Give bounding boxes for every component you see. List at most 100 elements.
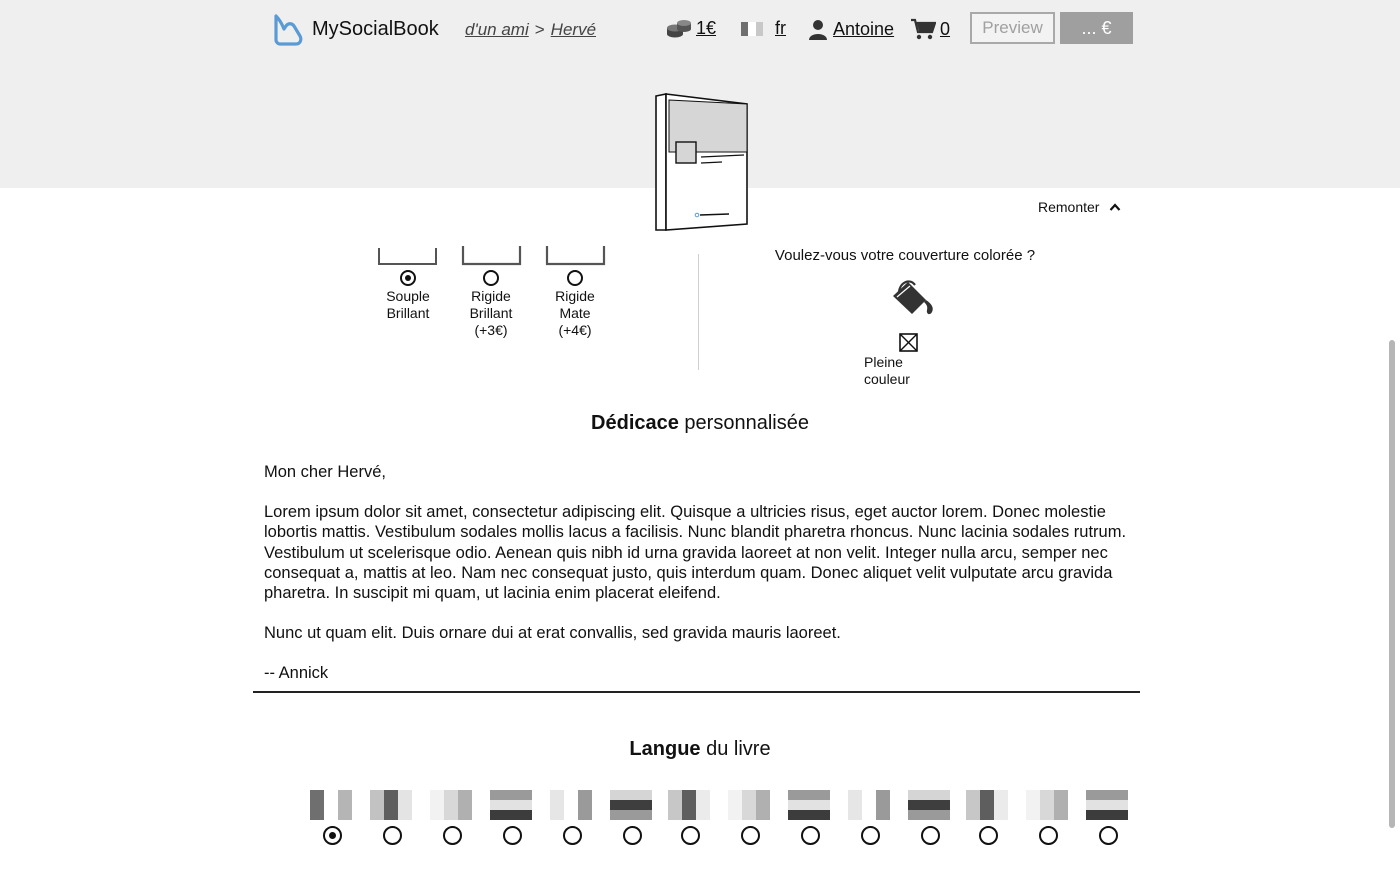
flag-icon [370, 790, 412, 820]
cart-link[interactable]: 0 [910, 18, 950, 40]
cover-radio-rigide-brillant[interactable] [483, 270, 499, 286]
breadcrumb-herve-link[interactable]: Hervé [551, 20, 596, 39]
flag-icon [788, 790, 830, 820]
price-button[interactable]: ... € [1060, 12, 1133, 44]
flag-icon [550, 790, 592, 820]
dedication-text[interactable]: Mon cher Hervé, Lorem ipsum dolor sit am… [264, 462, 1140, 704]
flag-icon [310, 790, 352, 820]
cover-radio-souple-brillant[interactable] [400, 270, 416, 286]
cover-type-illustrations [378, 246, 606, 266]
cover-radio-rigide-mate[interactable] [567, 270, 583, 286]
breadcrumb-separator: > [534, 20, 545, 39]
cover-option-label: Rigide [555, 288, 595, 304]
language-option[interactable] [1086, 790, 1130, 845]
language-option[interactable] [610, 790, 654, 845]
cover-option-label: Souple [386, 288, 430, 304]
flag-fr-icon [741, 21, 763, 36]
cover-option-price: (+4€) [558, 322, 592, 338]
language-radio[interactable] [382, 826, 402, 845]
full-color-label-line: Pleine [864, 354, 903, 370]
language-option[interactable] [848, 790, 892, 845]
logo-heart-icon [274, 14, 303, 46]
user-link[interactable]: Antoine [807, 18, 894, 40]
dedication-greeting: Mon cher Hervé, [264, 463, 386, 481]
dedication-paragraph: Lorem ipsum dolor sit amet, consectetur … [264, 503, 1127, 603]
language-radio[interactable] [680, 826, 700, 845]
language-radio[interactable] [920, 826, 940, 845]
language-radio[interactable] [1038, 826, 1058, 845]
cart-icon [911, 18, 936, 40]
language-radio[interactable] [322, 826, 342, 845]
user-name: Antoine [833, 18, 895, 39]
breadcrumb-friend-link[interactable]: d'un ami [465, 20, 529, 39]
language-option[interactable] [1026, 790, 1070, 845]
top-navigation: MySocialBook d'un ami > Hervé 1€ fr Antoin… [0, 10, 1400, 50]
coins-icon [667, 19, 691, 37]
full-color-label-line: couleur [864, 371, 910, 387]
flag-icon [430, 790, 472, 820]
scrollbar[interactable] [1389, 340, 1395, 828]
cover-option-rigide-mate[interactable]: Rigide Mate (+4€) [535, 270, 615, 339]
flag-icon [610, 790, 652, 820]
options-divider [698, 254, 699, 370]
full-color-checkbox[interactable] [899, 333, 918, 352]
cover-option-rigide-brillant[interactable]: Rigide Brillant (+3€) [451, 270, 531, 339]
preview-button[interactable]: Preview [970, 12, 1055, 44]
language-radio[interactable] [1098, 826, 1118, 845]
flag-icon [848, 790, 890, 820]
flag-icon [908, 790, 950, 820]
scroll-top-label: Remonter [1038, 199, 1100, 215]
language-options [290, 790, 1150, 845]
breadcrumb: d'un ami > Hervé [465, 20, 596, 40]
language-radio[interactable] [442, 826, 462, 845]
paint-bucket-icon [893, 280, 933, 315]
dedication-title: Dédicace personnalisée [0, 412, 1400, 435]
logo[interactable]: MySocialBook [270, 12, 439, 46]
language-option[interactable] [908, 790, 952, 845]
language-link[interactable]: fr [741, 18, 786, 39]
language-option[interactable] [430, 790, 474, 845]
language-title: Langue du livre [0, 738, 1400, 761]
language-option[interactable] [370, 790, 414, 845]
language-radio[interactable] [740, 826, 760, 845]
language-option[interactable] [788, 790, 832, 845]
scroll-top-link[interactable]: Remonter [1038, 199, 1121, 215]
flag-icon [668, 790, 710, 820]
color-question: Voulez-vous votre couverture colorée ? [774, 247, 1036, 264]
user-icon [809, 20, 827, 40]
dedication-paragraph: Nunc ut quam elit. Duis ornare dui at er… [264, 624, 841, 643]
cover-option-label: Mate [559, 305, 591, 321]
language-option[interactable] [728, 790, 772, 845]
language-option[interactable] [966, 790, 1010, 845]
language-radio[interactable] [800, 826, 820, 845]
logo-text: MySocialBook [312, 17, 439, 40]
flag-icon [1026, 790, 1068, 820]
cover-option-label: Rigide [471, 288, 511, 304]
cover-option-price: (+3€) [474, 322, 508, 338]
chevron-up-icon [1110, 203, 1121, 211]
language-option[interactable] [490, 790, 534, 845]
cover-option-label: Brillant [469, 305, 513, 321]
dedication-signature: -- Annick [264, 664, 329, 683]
dedication-title-bold: Dédicace [591, 412, 679, 434]
dedication-title-rest: personnalisée [678, 412, 809, 434]
cover-option-souple-brillant[interactable]: Souple Brillant [368, 270, 448, 322]
language-radio[interactable] [860, 826, 880, 845]
language-radio[interactable] [978, 826, 998, 845]
book-preview-icon [655, 93, 748, 231]
flag-icon [728, 790, 770, 820]
dedication-underline [253, 691, 1140, 693]
language-radio[interactable] [622, 826, 642, 845]
cover-option-label: Brillant [386, 305, 430, 321]
credits-link[interactable]: 1€ [666, 18, 716, 39]
language-radio[interactable] [502, 826, 522, 845]
language-option[interactable] [668, 790, 712, 845]
language-value: fr [775, 18, 786, 38]
flag-icon [966, 790, 1008, 820]
language-option[interactable] [310, 790, 354, 845]
language-title-bold: Langue [629, 738, 701, 760]
language-option[interactable] [550, 790, 594, 845]
language-title-rest: du livre [700, 738, 771, 760]
language-radio[interactable] [562, 826, 582, 845]
full-color-label: Pleine couleur [864, 354, 910, 388]
